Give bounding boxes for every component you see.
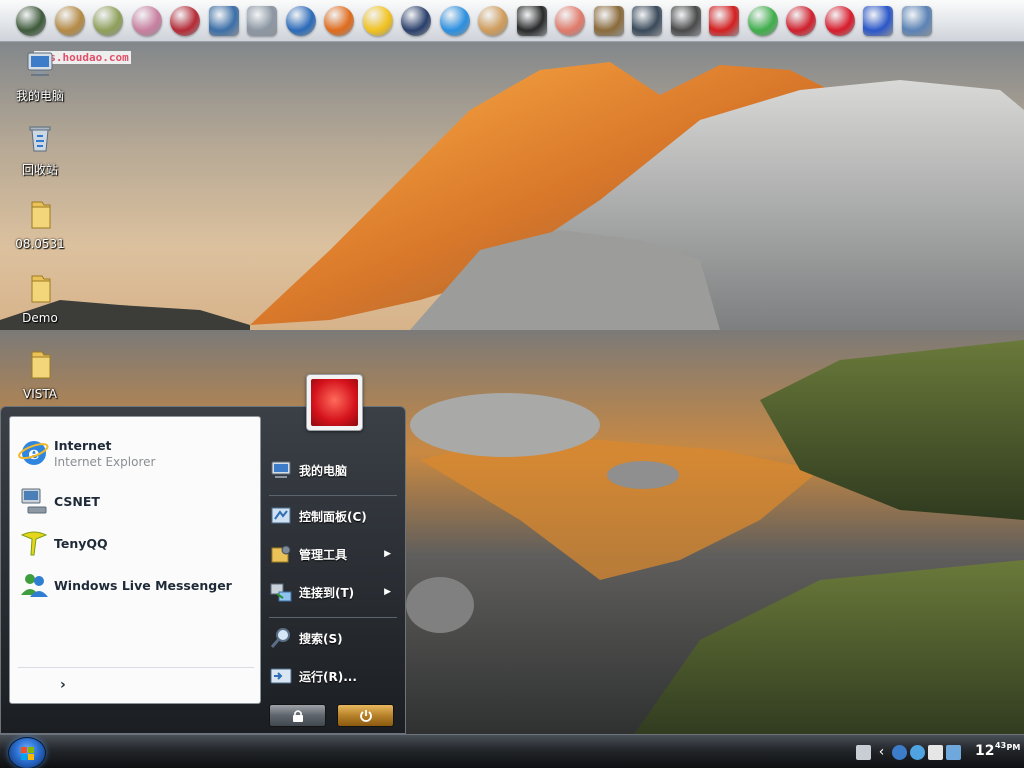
pinned-item-internet[interactable]: e Internet Internet Explorer xyxy=(18,433,258,473)
quick-launch-bar xyxy=(0,0,1024,42)
pinned-item-name: TenyQQ xyxy=(54,535,108,551)
qq-penguin-icon[interactable] xyxy=(362,5,393,36)
taskbar-clock[interactable]: 12 43 PM xyxy=(975,741,1021,759)
recycle-bin-icon xyxy=(29,126,51,152)
folder-icon xyxy=(31,275,51,303)
penguin-icon[interactable] xyxy=(401,5,431,36)
language-icon[interactable] xyxy=(928,744,943,760)
maxthon-icon[interactable] xyxy=(285,5,316,36)
messenger-icon xyxy=(21,574,48,597)
folder-icon xyxy=(31,201,51,229)
red-box-icon[interactable] xyxy=(709,5,739,36)
pinned-item-tenyqq[interactable]: TenyQQ xyxy=(18,523,258,563)
pinned-item-windows-live-messenger[interactable]: Windows Live Messenger xyxy=(18,565,258,605)
rabbit-icon[interactable] xyxy=(478,5,508,36)
pirate-face-icon[interactable] xyxy=(170,5,200,36)
cartoon-face-2-icon[interactable] xyxy=(93,5,123,36)
my-computer-icon xyxy=(271,461,291,478)
start-item-label: 运行(R)... xyxy=(299,669,357,684)
admin-tools-icon xyxy=(271,545,291,563)
game-character-icon[interactable] xyxy=(632,5,662,36)
pinned-item-name: Windows Live Messenger xyxy=(54,577,232,593)
clown-face-icon[interactable] xyxy=(131,5,162,36)
device-icon[interactable] xyxy=(901,5,932,36)
lock-button[interactable] xyxy=(269,704,326,727)
start-item-label: 管理工具 xyxy=(299,547,348,562)
bsd-daemon-avatar-icon xyxy=(311,379,358,426)
right-pane-separator xyxy=(269,495,397,496)
start-item-label: 我的电脑 xyxy=(299,463,348,478)
clock-ampm: PM xyxy=(1006,743,1021,752)
desktop-icon-recycle-bin[interactable]: 回收站 xyxy=(2,122,78,178)
start-button[interactable] xyxy=(8,737,46,768)
monitor-icon[interactable] xyxy=(208,5,239,36)
internet-explorer-icon: e xyxy=(18,441,49,465)
desktop-icon-folder-demo[interactable]: Demo xyxy=(2,272,78,325)
windows-logo-icon xyxy=(21,747,34,760)
tenyqq-icon xyxy=(20,531,48,556)
submenu-arrow-icon: ▶ xyxy=(384,587,391,597)
firefox-icon[interactable] xyxy=(324,5,354,36)
start-item-search[interactable]: 搜索(S) xyxy=(269,621,403,655)
worm-icon[interactable] xyxy=(555,5,585,36)
app-globe-icon[interactable] xyxy=(16,5,46,36)
power-button[interactable] xyxy=(337,704,394,727)
network-computer-icon xyxy=(21,488,47,514)
desktop-icon-label: 我的电脑 xyxy=(15,89,64,103)
all-programs-button[interactable]: › xyxy=(60,677,66,693)
red-x-icon[interactable] xyxy=(824,5,855,36)
start-item-connect-to[interactable]: 连接到(T) ▶ xyxy=(269,575,403,609)
pinned-item-csnet[interactable]: CSNET xyxy=(18,481,258,521)
com-tool-icon[interactable] xyxy=(670,5,701,36)
chevron-left-icon[interactable]: ‹ xyxy=(874,744,889,760)
right-pane-separator xyxy=(269,617,397,618)
desktop-icon-label: Demo xyxy=(22,311,58,325)
desktop-icon-label: 回收站 xyxy=(21,163,58,177)
pinned-item-subtitle: Internet Explorer xyxy=(54,454,156,469)
start-item-my-computer[interactable]: 我的电脑 xyxy=(269,453,403,487)
desktop-icon-my-computer[interactable]: 我的电脑 xyxy=(2,48,78,104)
clock-hour: 12 xyxy=(975,743,995,759)
pinned-separator xyxy=(18,667,254,668)
antivirus-icon[interactable] xyxy=(892,744,907,760)
submenu-arrow-icon: ▶ xyxy=(384,549,391,559)
pinned-item-name: Internet xyxy=(54,437,112,453)
control-panel-icon xyxy=(271,507,291,524)
folder-icon xyxy=(31,351,51,379)
user-avatar[interactable] xyxy=(306,374,363,431)
desktop-icon-folder-vista[interactable]: VISTA xyxy=(2,348,78,401)
clock-minute: 43 xyxy=(995,741,1007,750)
taskbar: ‹ 12 43 PM xyxy=(0,734,1024,768)
network-computer-icon[interactable] xyxy=(247,5,277,36)
start-item-label: 搜索(S) xyxy=(299,631,343,646)
bell-icon[interactable] xyxy=(593,5,624,36)
desktop-icon-folder-080531[interactable]: 08.0531 xyxy=(2,198,78,251)
pinned-programs-pane: e Internet Internet Explorer CSNET TenyQ… xyxy=(9,416,261,704)
start-menu: e Internet Internet Explorer CSNET TenyQ… xyxy=(0,374,406,734)
desktop-icon-label: 08.0531 xyxy=(15,237,65,251)
connect-to-icon xyxy=(270,583,292,602)
run-icon xyxy=(270,668,292,684)
bird-icon[interactable] xyxy=(439,5,470,36)
shield-icon[interactable] xyxy=(786,5,816,36)
start-item-label: 控制面板(C) xyxy=(299,509,367,524)
pinned-item-name: CSNET xyxy=(54,493,100,509)
start-item-control-panel[interactable]: 控制面板(C) xyxy=(269,499,403,533)
cartoon-face-icon[interactable] xyxy=(54,5,85,36)
lock-icon xyxy=(292,709,303,722)
power-icon xyxy=(359,709,372,722)
start-item-label: 连接到(T) xyxy=(299,585,355,600)
foobar-icon[interactable] xyxy=(516,5,547,36)
google-icon[interactable] xyxy=(863,5,893,36)
globe-ring-icon[interactable] xyxy=(747,5,778,36)
network-icon[interactable] xyxy=(910,744,925,760)
desktop-icon-label: VISTA xyxy=(23,387,57,401)
window-icon[interactable] xyxy=(946,744,961,760)
start-item-admin-tools[interactable]: 管理工具 ▶ xyxy=(269,537,403,571)
start-item-run[interactable]: 运行(R)... xyxy=(269,659,403,693)
my-computer-icon xyxy=(27,52,53,76)
search-icon xyxy=(270,628,290,648)
keyboard-icon[interactable] xyxy=(856,744,871,760)
